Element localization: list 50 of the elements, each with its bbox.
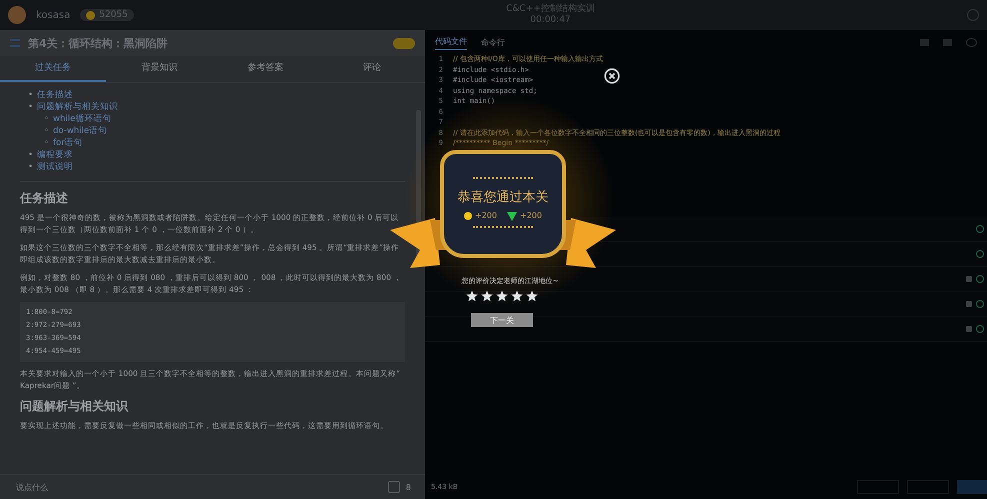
star-icon[interactable] <box>496 290 508 302</box>
test-row[interactable] <box>425 292 987 316</box>
toc-link[interactable]: 问题解析与相关知识 <box>37 102 118 112</box>
section-heading: 问题解析与相关知识 <box>20 398 130 415</box>
section-heading: 任务描述 <box>20 190 69 207</box>
editor-tab[interactable]: 命令行 <box>481 34 505 50</box>
timer: 00:00:47 <box>529 15 572 26</box>
bullet: ◦ <box>44 114 50 124</box>
bullet: ◦ <box>44 138 50 148</box>
toggle-pill[interactable] <box>393 38 415 48</box>
check-circle-icon <box>976 300 984 308</box>
bullet: ◦ <box>44 126 50 136</box>
check-circle-icon <box>976 324 984 332</box>
check-circle-icon <box>976 274 984 282</box>
test-row[interactable] <box>425 316 987 342</box>
comment-field[interactable]: 说点什么 <box>14 482 382 492</box>
task-tab[interactable]: 评论 <box>318 56 425 82</box>
star-icon[interactable] <box>481 290 493 302</box>
toc-link[interactable]: 测试说明 <box>37 162 74 172</box>
next-level-button[interactable]: 下一关 <box>471 313 533 327</box>
close-icon[interactable] <box>604 68 620 84</box>
star-icon[interactable] <box>511 290 523 302</box>
like-count: 8 <box>406 482 411 492</box>
star-rating[interactable] <box>466 290 538 302</box>
editor-tab[interactable]: 代码文件 <box>435 34 467 50</box>
toc-link[interactable]: 编程要求 <box>37 150 74 160</box>
toc-link[interactable]: 任务描述 <box>37 90 74 100</box>
task-tab[interactable]: 背景知识 <box>106 56 212 82</box>
coin-count: 52055 <box>80 9 134 21</box>
coin-reward: +200 <box>464 210 497 220</box>
bullet: • <box>28 162 34 172</box>
star-icon[interactable] <box>526 290 538 302</box>
check-circle-icon <box>976 224 984 232</box>
check-circle-icon <box>976 250 984 258</box>
dialog-title: 恭喜您通过本关 <box>458 188 548 206</box>
course-title: C&C++控制结构实训 <box>506 4 595 15</box>
star-icon[interactable] <box>466 290 478 302</box>
toc-link[interactable]: for语句 <box>53 138 83 148</box>
level-title: 第4关：循环结构：黑洞陷阱 <box>28 36 169 50</box>
task-tab[interactable]: 过关任务 <box>0 56 106 82</box>
bullet: • <box>28 90 34 100</box>
username[interactable]: kosasa <box>36 10 70 20</box>
toc-link[interactable]: while循环语句 <box>53 114 112 124</box>
bullet: • <box>28 102 34 112</box>
experience-reward: +200 <box>507 210 542 220</box>
coin-icon <box>86 10 96 20</box>
task-tab[interactable]: 参考答案 <box>212 56 319 82</box>
bullet: • <box>28 150 34 160</box>
coin-icon <box>464 212 472 220</box>
toc-link[interactable]: do-while语句 <box>53 126 108 136</box>
